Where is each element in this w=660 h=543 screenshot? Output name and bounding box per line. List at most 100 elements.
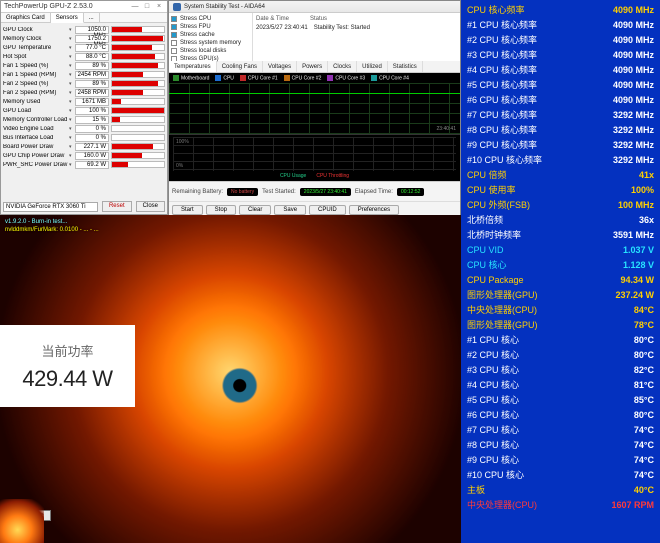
check-label: Stress system memory: [180, 40, 241, 46]
stat-value: 74°C: [634, 440, 654, 450]
stat-row: 图形处理器(GPU)237.24 W: [467, 287, 654, 302]
sensor-value: 88.0 °C: [75, 53, 109, 61]
sensor-row: Fan 1 Speed (%)▾89 %: [3, 61, 165, 70]
value-status: Stability Test: Started: [314, 25, 370, 34]
stat-row: 北桥倍频 36x: [467, 212, 654, 227]
sensor-label: GPU Chip Power Draw: [3, 153, 69, 159]
stress-check[interactable]: Stress cache: [171, 31, 250, 39]
sensor-bar: [111, 161, 165, 168]
sensor-value: 89 %: [75, 62, 109, 70]
tab-graphics-card[interactable]: Graphics Card: [1, 13, 51, 22]
stat-row: #8 CPU 核心74°C: [467, 437, 654, 452]
preferences-button[interactable]: Preferences: [349, 205, 399, 215]
stress-check[interactable]: Stress system memory: [171, 39, 250, 47]
stat-key: #6 CPU 核心频率: [467, 93, 537, 106]
stat-value: 74°C: [634, 425, 654, 435]
stat-key: 图形处理器(GPU): [467, 318, 538, 331]
clear-button[interactable]: Clear: [239, 205, 271, 215]
elapsed-label: Elapsed Time:: [355, 189, 393, 195]
stat-value: 80°C: [634, 335, 654, 345]
sensor-label: Board Power Draw: [3, 144, 69, 150]
sensor-value: 15 %: [75, 116, 109, 124]
aida-titlebar[interactable]: System Stability Test - AIDA64: [169, 1, 460, 13]
stat-row: #7 CPU 核心74°C: [467, 422, 654, 437]
stat-key: CPU 外频(FSB): [467, 198, 530, 211]
subtab[interactable]: Powers: [297, 61, 328, 72]
stat-key: 北桥倍频: [467, 213, 503, 226]
stat-row: #5 CPU 核心85°C: [467, 392, 654, 407]
stat-key: #9 CPU 核心: [467, 453, 519, 466]
subtab[interactable]: Voltages: [263, 61, 297, 72]
cpu-usage-label: CPU Usage: [280, 173, 306, 179]
stop-button[interactable]: Stop: [206, 205, 236, 215]
reset-button[interactable]: Reset: [102, 201, 132, 212]
legend-item: CPU Core #1: [240, 75, 278, 81]
sensor-bar: [111, 26, 165, 33]
legend-item: CPU Core #2: [284, 75, 322, 81]
stat-value: 3292 MHz: [613, 125, 654, 135]
stat-value: 36x: [639, 215, 654, 225]
stat-row: #10 CPU 核心频率3292 MHz: [467, 152, 654, 167]
sensor-bar: [111, 80, 165, 87]
close-button[interactable]: Close: [136, 201, 165, 212]
checkbox-icon[interactable]: [171, 16, 177, 22]
stress-check[interactable]: Stress FPU: [171, 23, 250, 31]
cpuid-button[interactable]: CPUID: [309, 205, 346, 215]
subtab[interactable]: Cooling Fans: [217, 61, 263, 72]
temperature-graph: 23:40:41: [169, 83, 460, 135]
stat-value: 3292 MHz: [613, 155, 654, 165]
checkbox-icon[interactable]: [171, 40, 177, 46]
stat-row: #3 CPU 核心82°C: [467, 362, 654, 377]
legend-item: CPU Core #3: [327, 75, 365, 81]
sensor-row: Board Power Draw▾227.1 W: [3, 142, 165, 151]
tab-sensors[interactable]: Sensors: [51, 13, 84, 23]
stat-value: 4090 MHz: [613, 80, 654, 90]
tab-more[interactable]: ...: [84, 13, 100, 22]
sensor-value: 227.1 W: [75, 143, 109, 151]
maximize-icon[interactable]: □: [142, 3, 152, 11]
stress-check[interactable]: Stress CPU: [171, 15, 250, 23]
stat-row: CPU 使用率100%: [467, 182, 654, 197]
stat-value: 74°C: [634, 470, 654, 480]
sensor-label: Fan 2 Speed (RPM): [3, 90, 69, 96]
sensor-value: 69.2 W: [75, 161, 109, 169]
stat-key: #3 CPU 核心频率: [467, 48, 537, 61]
subtab[interactable]: Temperatures: [169, 61, 217, 72]
stat-row: #9 CPU 核心频率3292 MHz: [467, 137, 654, 152]
battery-label: Remaining Battery:: [172, 189, 223, 195]
stat-row: CPU 倍频41x: [467, 167, 654, 182]
checkbox-icon[interactable]: [171, 24, 177, 30]
stat-key: #4 CPU 核心: [467, 378, 519, 391]
sensor-row: Fan 2 Speed (%)▾89 %: [3, 79, 165, 88]
sensor-label: Hot Spot: [3, 54, 69, 60]
sensor-value: 0 %: [75, 134, 109, 142]
stat-value: 4090 MHz: [613, 65, 654, 75]
subtab[interactable]: Utilized: [357, 61, 388, 72]
sensor-bar: [111, 125, 165, 132]
checkbox-icon[interactable]: [171, 48, 177, 54]
sensor-bar: [111, 98, 165, 105]
stat-key: 图形处理器(GPU): [467, 288, 538, 301]
stat-row: 主板40°C: [467, 482, 654, 497]
stat-value: 78°C: [634, 320, 654, 330]
gpu-select[interactable]: NVIDIA GeForce RTX 3060 Ti: [3, 202, 98, 212]
minimize-icon[interactable]: —: [130, 3, 140, 11]
save-button[interactable]: Save: [274, 205, 306, 215]
stress-check[interactable]: Stress local disks: [171, 47, 250, 55]
sensor-row: Memory Controller Load▾15 %: [3, 115, 165, 124]
stat-row: #9 CPU 核心74°C: [467, 452, 654, 467]
subtab[interactable]: Statistics: [388, 61, 423, 72]
sensor-bar: [111, 89, 165, 96]
stat-value: 94.34 W: [620, 275, 654, 285]
stat-row: #7 CPU 核心频率3292 MHz: [467, 107, 654, 122]
sensor-label: Video Engine Load: [3, 126, 69, 132]
stat-value: 40°C: [634, 485, 654, 495]
start-button[interactable]: Start: [172, 205, 203, 215]
gpuz-titlebar[interactable]: TechPowerUp GPU-Z 2.53.0 — □ ×: [1, 1, 167, 13]
checkbox-icon[interactable]: [171, 32, 177, 38]
subtab[interactable]: Clocks: [328, 61, 357, 72]
stat-row: #1 CPU 核心频率4090 MHz: [467, 17, 654, 32]
stat-value: 4090 MHz: [613, 5, 654, 15]
stat-key: 北桥时钟频率: [467, 228, 521, 241]
close-icon[interactable]: ×: [154, 3, 164, 11]
